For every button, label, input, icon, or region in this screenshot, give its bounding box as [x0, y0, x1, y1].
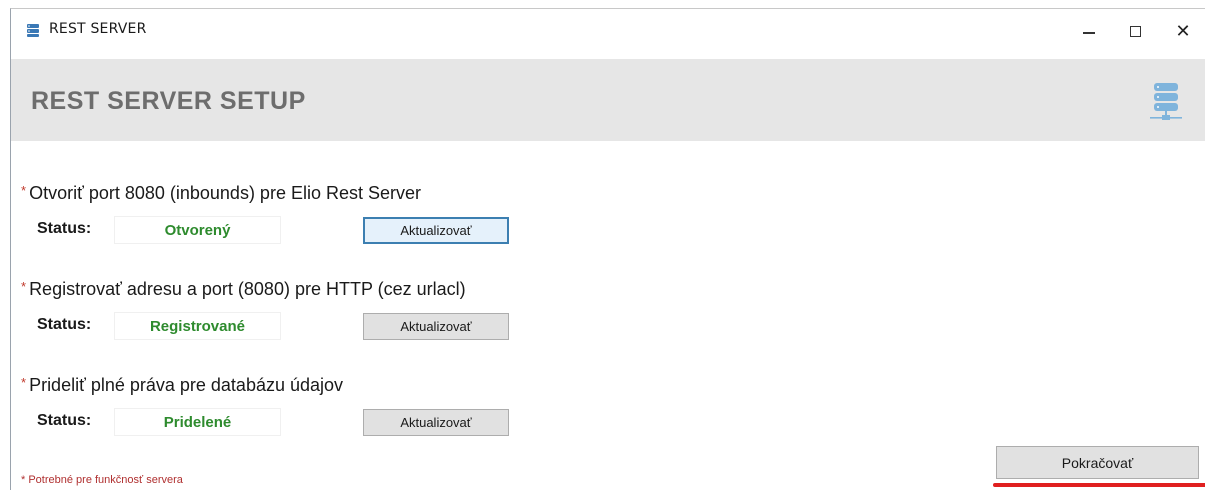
required-marker: *	[21, 183, 27, 198]
continue-button[interactable]: Pokračovať	[996, 446, 1199, 479]
section-label-text: Otvoriť port 8080 (inbounds) pre Elio Re…	[29, 183, 421, 203]
minimize-icon	[1083, 32, 1095, 34]
status-label: Status:	[37, 412, 92, 429]
status-value-db-rights: Pridelené	[114, 408, 281, 436]
update-db-rights-button[interactable]: Aktualizovať	[363, 409, 509, 436]
close-button[interactable]: ✕	[1160, 9, 1205, 53]
title-bar[interactable]: REST SERVER ✕	[11, 9, 1205, 53]
status-value-register-url: Registrované	[114, 312, 281, 340]
section-db-rights-label: * Prideliť plné práva pre databázu údajov	[21, 375, 343, 396]
status-value-open-port: Otvorený	[114, 216, 281, 244]
section-label-text: Prideliť plné práva pre databázu údajov	[29, 375, 344, 395]
minimize-button[interactable]	[1066, 9, 1112, 53]
page-title: REST SERVER SETUP	[31, 87, 306, 115]
update-open-port-button[interactable]: Aktualizovať	[363, 217, 509, 244]
setup-header: REST SERVER SETUP	[11, 59, 1205, 141]
window-title: REST SERVER	[49, 21, 147, 37]
section-label-text: Registrovať adresu a port (8080) pre HTT…	[29, 279, 466, 299]
status-label: Status:	[37, 316, 92, 333]
section-register-url-label: * Registrovať adresu a port (8080) pre HT…	[21, 279, 466, 300]
server-stack-icon	[1150, 83, 1182, 120]
close-icon: ✕	[1175, 20, 1191, 42]
highlight-underline	[993, 483, 1205, 487]
section-open-port-label: * Otvoriť port 8080 (inbounds) pre Elio R…	[21, 183, 421, 204]
maximize-button[interactable]	[1112, 9, 1158, 53]
maximize-icon	[1129, 25, 1141, 37]
status-label: Status:	[37, 220, 92, 237]
required-marker: *	[21, 279, 27, 294]
required-marker: *	[21, 375, 27, 390]
required-footnote: * Potrebné pre funkčnosť servera	[21, 474, 183, 486]
app-server-icon	[27, 24, 39, 37]
app-window: REST SERVER ✕ REST SERVER SETUP * Otvoriť…	[10, 8, 1205, 490]
update-register-url-button[interactable]: Aktualizovať	[363, 313, 509, 340]
